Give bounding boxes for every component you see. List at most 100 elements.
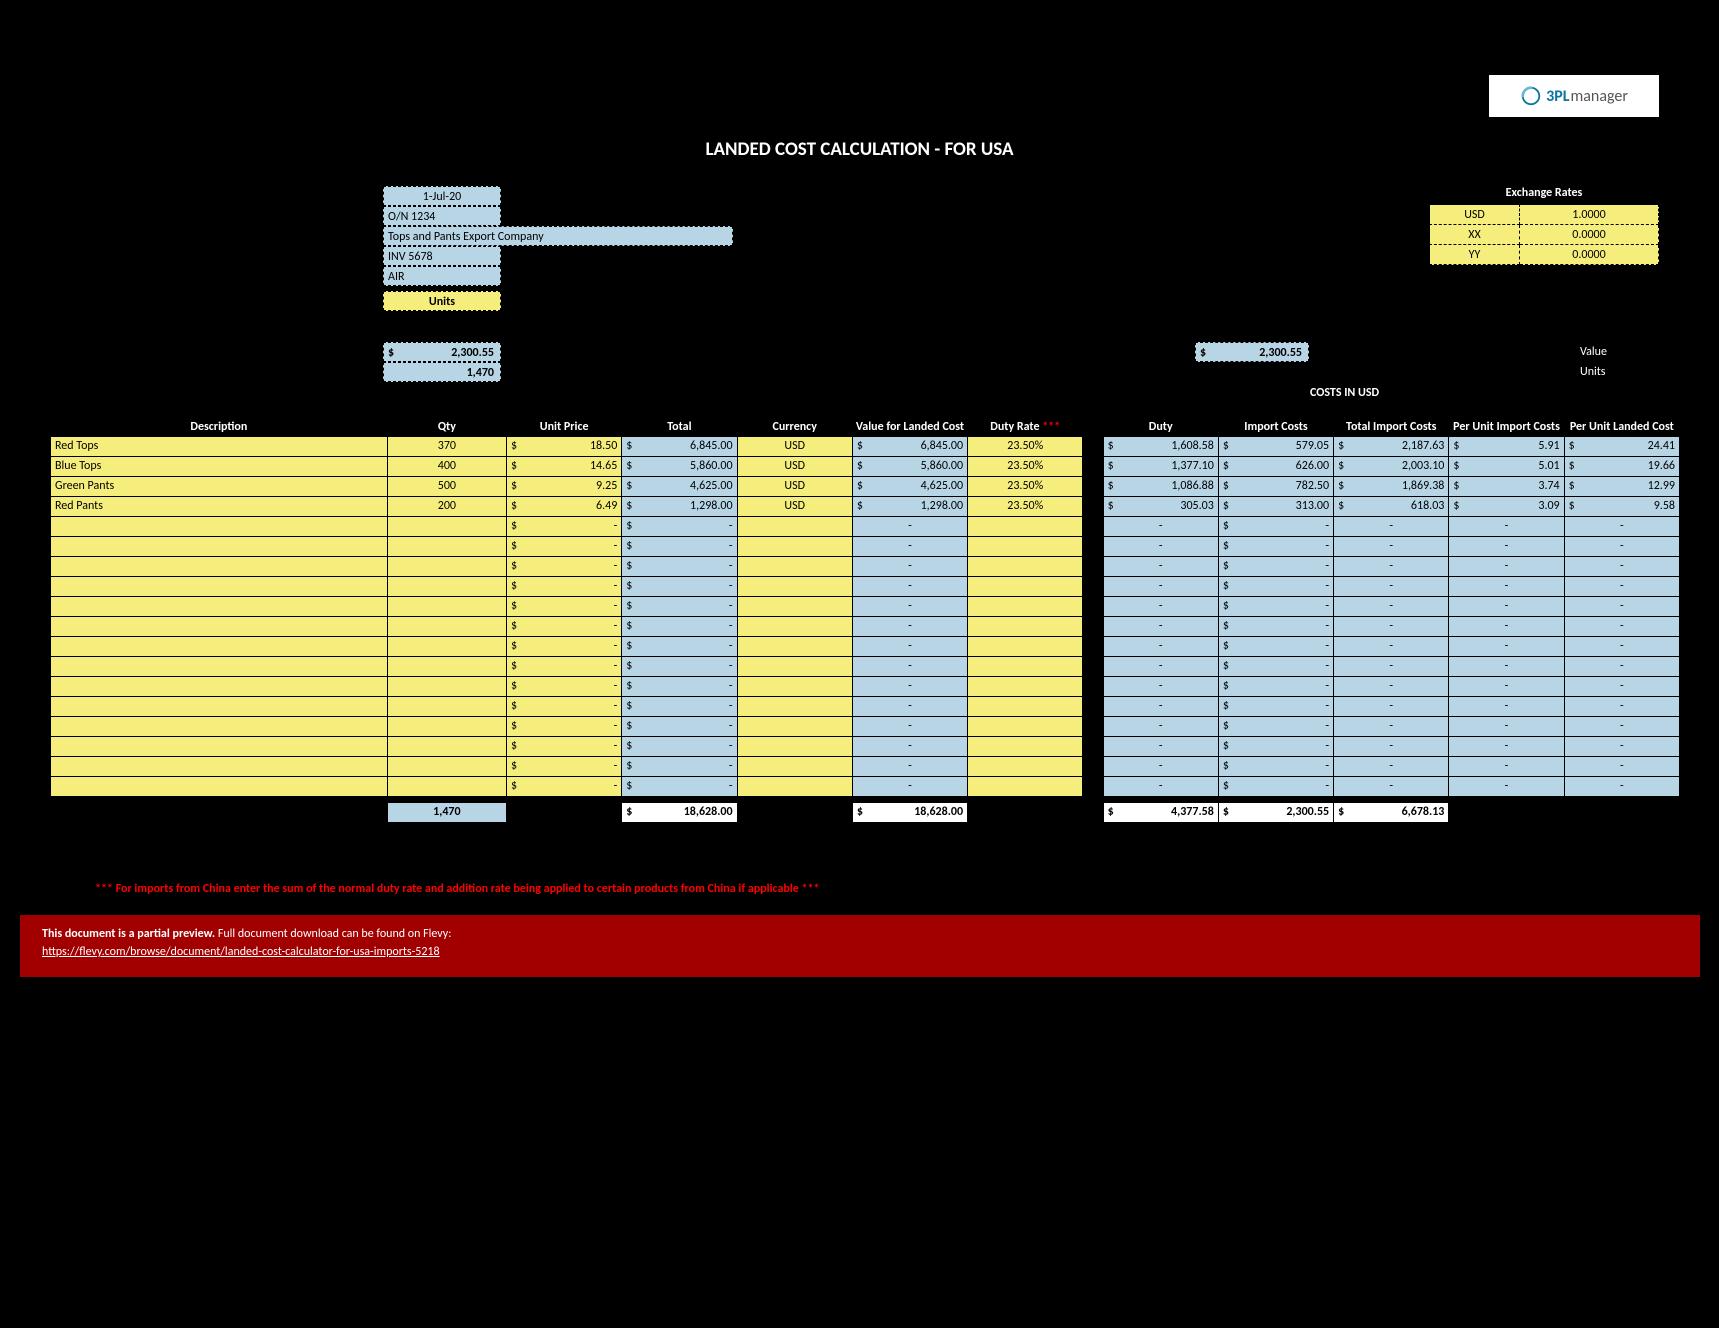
- cell-description[interactable]: [51, 616, 388, 636]
- cell-duty-rate[interactable]: [968, 756, 1083, 776]
- cell-total[interactable]: $1,298.00: [622, 496, 737, 516]
- cell-total-import[interactable]: -: [1334, 596, 1449, 616]
- cell-description[interactable]: [51, 736, 388, 756]
- cell-value-landed[interactable]: -: [852, 776, 967, 796]
- cell-import-costs[interactable]: $-: [1218, 716, 1333, 736]
- cell-duty[interactable]: -: [1103, 736, 1218, 756]
- cell-import-costs[interactable]: $-: [1218, 676, 1333, 696]
- cell-value-landed[interactable]: -: [852, 556, 967, 576]
- cell-pu-import[interactable]: -: [1449, 556, 1564, 576]
- cell-value-landed[interactable]: -: [852, 656, 967, 676]
- cell-qty[interactable]: [387, 576, 506, 596]
- cell-pu-landed[interactable]: -: [1564, 516, 1679, 536]
- cell-duty-rate[interactable]: [968, 716, 1083, 736]
- cell-total[interactable]: $-: [622, 716, 737, 736]
- cell-duty[interactable]: -: [1103, 756, 1218, 776]
- cell-duty-rate[interactable]: [968, 696, 1083, 716]
- cell-duty[interactable]: -: [1103, 596, 1218, 616]
- cell-total[interactable]: $4,625.00: [622, 476, 737, 496]
- cell-total-import[interactable]: $2,187.63: [1334, 436, 1449, 456]
- cell-duty-rate[interactable]: [968, 776, 1083, 796]
- cell-description[interactable]: [51, 756, 388, 776]
- cell-qty[interactable]: [387, 616, 506, 636]
- cell-duty[interactable]: -: [1103, 696, 1218, 716]
- cell-total[interactable]: $5,860.00: [622, 456, 737, 476]
- cell-duty[interactable]: $1,377.10: [1103, 456, 1218, 476]
- cell-description[interactable]: [51, 716, 388, 736]
- cell-value-landed[interactable]: -: [852, 536, 967, 556]
- cell-total[interactable]: $-: [622, 516, 737, 536]
- cell-duty-rate[interactable]: [968, 676, 1083, 696]
- cell-pu-import[interactable]: -: [1449, 576, 1564, 596]
- cell-duty[interactable]: $1,086.88: [1103, 476, 1218, 496]
- cell-pu-import[interactable]: -: [1449, 716, 1564, 736]
- cell-total[interactable]: $-: [622, 636, 737, 656]
- cell-duty-rate[interactable]: [968, 736, 1083, 756]
- cell-import-costs[interactable]: $-: [1218, 776, 1333, 796]
- exchange-rate[interactable]: 0.0000: [1520, 245, 1659, 265]
- cell-value-landed[interactable]: -: [852, 616, 967, 636]
- cell-unit-price[interactable]: $-: [507, 696, 622, 716]
- cell-total[interactable]: $-: [622, 596, 737, 616]
- cell-pu-import[interactable]: $5.01: [1449, 456, 1564, 476]
- cell-import-costs[interactable]: $-: [1218, 536, 1333, 556]
- exchange-rate[interactable]: 0.0000: [1520, 225, 1659, 245]
- cell-pu-import[interactable]: -: [1449, 756, 1564, 776]
- cell-pu-landed[interactable]: $12.99: [1564, 476, 1679, 496]
- cell-import-costs[interactable]: $-: [1218, 656, 1333, 676]
- cell-currency[interactable]: [737, 756, 852, 776]
- cell-pu-landed[interactable]: -: [1564, 636, 1679, 656]
- cell-pu-landed[interactable]: -: [1564, 656, 1679, 676]
- cell-duty[interactable]: -: [1103, 676, 1218, 696]
- cell-value-landed[interactable]: $4,625.00: [852, 476, 967, 496]
- cell-duty-rate[interactable]: [968, 616, 1083, 636]
- cell-import-costs[interactable]: $313.00: [1218, 496, 1333, 516]
- cell-value-landed[interactable]: -: [852, 576, 967, 596]
- cell-duty[interactable]: $305.03: [1103, 496, 1218, 516]
- cell-duty-rate[interactable]: [968, 536, 1083, 556]
- exchange-rate[interactable]: 1.0000: [1520, 205, 1659, 225]
- cell-description[interactable]: [51, 576, 388, 596]
- cell-qty[interactable]: [387, 736, 506, 756]
- cell-unit-price[interactable]: $18.50: [507, 436, 622, 456]
- cell-qty[interactable]: [387, 776, 506, 796]
- cell-pu-import[interactable]: -: [1449, 516, 1564, 536]
- cell-pu-import[interactable]: -: [1449, 776, 1564, 796]
- cell-total-import[interactable]: -: [1334, 556, 1449, 576]
- cell-pu-landed[interactable]: -: [1564, 676, 1679, 696]
- banner-link[interactable]: https://flevy.com/browse/document/landed…: [42, 945, 440, 959]
- cell-currency[interactable]: [737, 616, 852, 636]
- cell-import-costs[interactable]: $782.50: [1218, 476, 1333, 496]
- cell-duty[interactable]: -: [1103, 616, 1218, 636]
- cell-total-import[interactable]: $618.03: [1334, 496, 1449, 516]
- cell-description[interactable]: [51, 776, 388, 796]
- cell-qty[interactable]: 500: [387, 476, 506, 496]
- cell-duty[interactable]: -: [1103, 556, 1218, 576]
- cell-unit-price[interactable]: $-: [507, 556, 622, 576]
- cell-value-landed[interactable]: -: [852, 516, 967, 536]
- cell-import-costs[interactable]: $-: [1218, 516, 1333, 536]
- cell-pu-import[interactable]: -: [1449, 656, 1564, 676]
- cell-duty-rate[interactable]: [968, 516, 1083, 536]
- cell-duty-rate[interactable]: [968, 556, 1083, 576]
- cell-value-landed[interactable]: -: [852, 676, 967, 696]
- cell-pu-landed[interactable]: -: [1564, 736, 1679, 756]
- cell-pu-import[interactable]: -: [1449, 616, 1564, 636]
- exchange-code[interactable]: XX: [1430, 225, 1520, 245]
- cell-currency[interactable]: USD: [737, 436, 852, 456]
- cell-duty-rate[interactable]: [968, 656, 1083, 676]
- cell-pu-landed[interactable]: $24.41: [1564, 436, 1679, 456]
- cell-description[interactable]: [51, 636, 388, 656]
- cell-pu-landed[interactable]: -: [1564, 616, 1679, 636]
- cell-pu-landed[interactable]: -: [1564, 756, 1679, 776]
- cell-total[interactable]: $-: [622, 616, 737, 636]
- cell-qty[interactable]: [387, 756, 506, 776]
- cell-value-landed[interactable]: -: [852, 696, 967, 716]
- cell-description[interactable]: [51, 696, 388, 716]
- cell-value-landed[interactable]: -: [852, 636, 967, 656]
- cell-total-import[interactable]: -: [1334, 616, 1449, 636]
- cell-duty-rate[interactable]: [968, 596, 1083, 616]
- cell-total[interactable]: $-: [622, 576, 737, 596]
- cell-currency[interactable]: [737, 576, 852, 596]
- cell-total[interactable]: $-: [622, 776, 737, 796]
